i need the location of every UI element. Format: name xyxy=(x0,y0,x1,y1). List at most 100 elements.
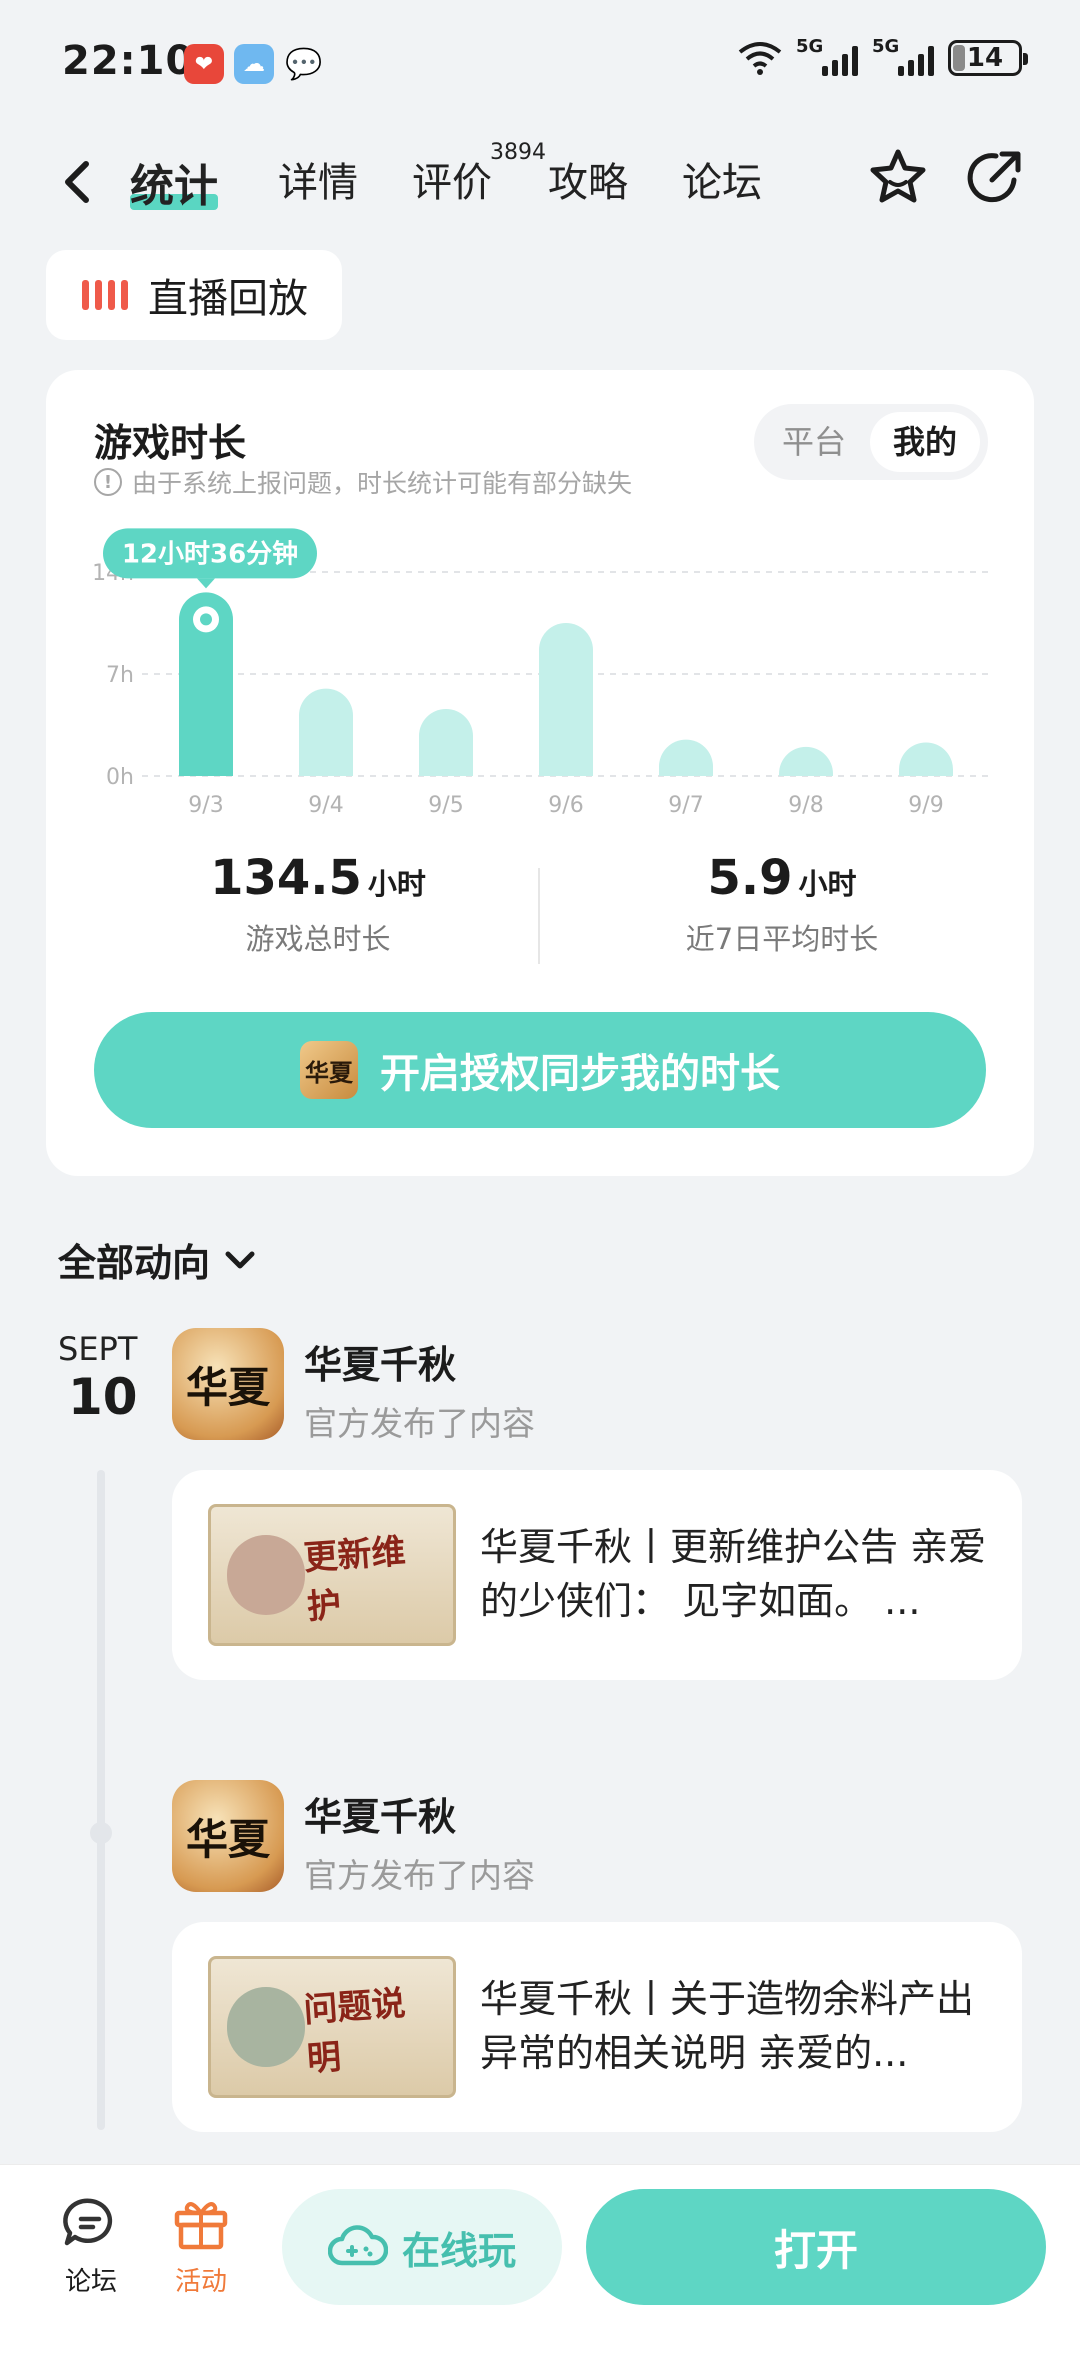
review-count-badge: 3894 xyxy=(490,140,546,165)
play-time-card: 游戏时长 ! 由于系统上报问题，时长统计可能有部分缺失 平台 我的 0h 7h 14… xyxy=(46,370,1034,1176)
feed-filter-dropdown[interactable]: 全部动向 xyxy=(58,1232,258,1287)
sync-play-time-button[interactable]: 华夏 开启授权同步我的时长 xyxy=(94,1012,986,1128)
post-excerpt: 华夏千秋丨更新维护公告 亲爱的少侠们： 见字如面。 ... xyxy=(480,1525,987,1623)
y-tick-label: 7h xyxy=(106,663,134,688)
chevron-down-icon xyxy=(225,1251,255,1268)
post-card[interactable]: 更新维护 华夏千秋丨更新维护公告 亲爱的少侠们： 见字如面。 ... xyxy=(172,1470,1022,1680)
x-tick-label: 9/7 xyxy=(668,793,703,818)
status-notification-icons: ❤ ☁ 💬 xyxy=(184,44,324,84)
status-right: 5G 5G 14 xyxy=(738,36,1028,76)
bar-tooltip-pointer xyxy=(197,578,215,589)
publisher-avatar[interactable]: 华夏 xyxy=(172,1780,284,1892)
forum-tab-label: 论坛 xyxy=(64,2267,117,2297)
x-tick-label: 9/4 xyxy=(308,793,343,818)
x-tick-label: 9/8 xyxy=(788,793,823,818)
favorite-star-icon[interactable] xyxy=(866,146,930,210)
tab-forum[interactable]: 论坛 xyxy=(682,150,762,208)
play-online-button[interactable]: 在线玩 xyxy=(282,2189,562,2305)
live-replay-label: 直播回放 xyxy=(148,276,308,322)
chart-bar xyxy=(539,623,593,776)
share-icon[interactable] xyxy=(962,146,1026,210)
forum-tab[interactable]: 论坛 xyxy=(46,2195,136,2298)
character-icon xyxy=(227,1987,305,2067)
total-time-unit: 小时 xyxy=(367,867,426,901)
signal-icon-1: 5G xyxy=(796,36,858,76)
timeline-dot xyxy=(90,1822,112,1844)
wifi-icon xyxy=(738,42,782,75)
post-header: 华夏千秋 官方发布了内容 xyxy=(304,1334,535,1445)
thumbnail-caption: 更新维护 xyxy=(302,1531,407,1628)
card-note-text: 由于系统上报问题，时长统计可能有部分缺失 xyxy=(132,469,633,498)
selected-bar-marker-dot xyxy=(200,613,212,626)
live-bars-icon xyxy=(82,280,128,310)
scope-segmented-control: 平台 我的 xyxy=(754,404,988,480)
battery-level: 14 xyxy=(966,43,1004,73)
live-replay-chip[interactable]: 直播回放 xyxy=(46,250,342,340)
total-time-label: 游戏总时长 xyxy=(245,922,391,956)
play-time-bar-chart: 0h7h14h9/312小时36分钟9/4 9/5 9/6 9/7 9/8 9/9 xyxy=(92,528,990,818)
post-action: 官方发布了内容 xyxy=(304,1404,535,1443)
y-tick-label: 0h xyxy=(106,765,134,790)
x-tick-label: 9/5 xyxy=(428,793,463,818)
wechat-icon: 💬 xyxy=(285,46,323,82)
chart-bar xyxy=(779,746,833,776)
post-action: 官方发布了内容 xyxy=(304,1856,535,1895)
game-logo-icon: 华夏 xyxy=(300,1041,358,1099)
avg-time-value: 5.9 xyxy=(707,850,793,906)
signal-icon-2: 5G xyxy=(872,36,934,76)
status-time: 22:10 xyxy=(62,38,195,84)
segment-mine[interactable]: 我的 xyxy=(870,412,980,472)
avg-time-unit: 小时 xyxy=(798,867,857,901)
tab-guides[interactable]: 攻略 xyxy=(548,150,628,208)
feed-filter-label: 全部动向 xyxy=(58,1241,211,1285)
bar-tooltip-text: 12小时36分钟 xyxy=(122,538,298,569)
sync-button-label: 开启授权同步我的时长 xyxy=(380,1051,780,1097)
avg-time-label: 近7日平均时长 xyxy=(685,922,879,956)
tab-details[interactable]: 详情 xyxy=(278,150,358,208)
tab-reviews[interactable]: 评价 xyxy=(412,150,492,208)
x-tick-label: 9/9 xyxy=(908,793,943,818)
open-game-button[interactable]: 打开 xyxy=(586,2189,1046,2305)
timeline-line xyxy=(97,1470,105,2130)
sleeping-character-icon xyxy=(227,1535,305,1615)
chart-bar xyxy=(419,708,473,776)
activity-tab-label: 活动 xyxy=(174,2267,227,2297)
avg-time-stat: 5.9 小时 近7日平均时长 xyxy=(562,850,1002,958)
top-nav: 统计 详情 评价 3894 攻略 论坛 xyxy=(0,140,1080,220)
tab-stats[interactable]: 统计 xyxy=(130,150,218,214)
date-month: SEPT xyxy=(58,1330,138,1368)
total-time-stat: 134.5 小时 游戏总时长 xyxy=(98,850,538,958)
open-game-label: 打开 xyxy=(773,2225,858,2275)
bottom-action-bar: 论坛 活动 在线玩 打开 xyxy=(0,2164,1080,2376)
cloud-gamepad-icon xyxy=(327,2225,388,2266)
chart-bar xyxy=(899,742,953,776)
post-thumbnail: 更新维护 xyxy=(208,1504,456,1646)
post-author[interactable]: 华夏千秋 xyxy=(304,1786,535,1841)
post-header: 华夏千秋 官方发布了内容 xyxy=(304,1786,535,1897)
weather-app-icon: ☁ xyxy=(234,44,274,84)
back-arrow-icon[interactable] xyxy=(58,158,98,206)
segment-platform[interactable]: 平台 xyxy=(762,412,866,472)
activity-tab[interactable]: 活动 xyxy=(156,2195,246,2298)
thumbnail-caption: 问题说明 xyxy=(302,1983,407,2080)
post-excerpt: 华夏千秋丨关于造物余料产出异常的相关说明 亲爱的... xyxy=(480,1977,975,2075)
post-author[interactable]: 华夏千秋 xyxy=(304,1334,535,1389)
gift-icon xyxy=(174,2202,228,2250)
chart-bar xyxy=(299,688,353,776)
forum-chat-icon xyxy=(63,2198,113,2246)
info-icon: ! xyxy=(94,468,122,496)
play-online-label: 在线玩 xyxy=(401,2228,516,2273)
stat-divider xyxy=(538,868,540,964)
date-day: 10 xyxy=(68,1368,138,1426)
chart-bar xyxy=(659,739,713,776)
post-card[interactable]: 问题说明 华夏千秋丨关于造物余料产出异常的相关说明 亲爱的... xyxy=(172,1922,1022,2132)
card-title: 游戏时长 xyxy=(94,421,247,465)
x-tick-label: 9/3 xyxy=(188,793,223,818)
battery-icon: 14 xyxy=(948,40,1028,76)
publisher-avatar[interactable]: 华夏 xyxy=(172,1328,284,1440)
shopping-app-icon: ❤ xyxy=(184,44,224,84)
total-time-value: 134.5 xyxy=(210,850,362,906)
card-note: ! 由于系统上报问题，时长统计可能有部分缺失 xyxy=(94,464,632,500)
post-thumbnail: 问题说明 xyxy=(208,1956,456,2098)
x-tick-label: 9/6 xyxy=(548,793,583,818)
